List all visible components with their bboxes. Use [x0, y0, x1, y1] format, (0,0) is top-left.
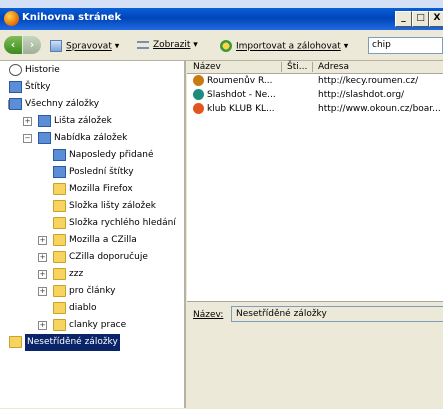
- details-pane: Název: Nesetříděné záložky: [187, 301, 443, 409]
- window-top-strip: [0, 0, 443, 8]
- organize-menu[interactable]: Spravovat ▾: [50, 40, 119, 52]
- tags-icon: [9, 81, 22, 93]
- tree-item-label: Štítky: [25, 82, 51, 92]
- close-button[interactable]: X: [429, 11, 443, 27]
- column-header-tags[interactable]: Šti...: [287, 62, 307, 72]
- bookmark-row[interactable]: klub KLUB KL... http://www.okoun.cz/boar.…: [187, 102, 443, 116]
- chevron-down-icon: ▾: [193, 40, 198, 50]
- folder-icon: [53, 200, 66, 212]
- tree-item-label: Historie: [25, 65, 60, 75]
- chevron-down-icon: ▾: [114, 41, 120, 52]
- search-input[interactable]: chip: [368, 37, 443, 54]
- expand-icon[interactable]: +: [38, 253, 47, 262]
- tree-item-label: Lišta záložek: [54, 116, 112, 126]
- tree-item-label: clanky prace: [69, 320, 127, 330]
- firefox-icon: [4, 11, 19, 26]
- bookmark-name: klub KLUB KL...: [207, 104, 275, 114]
- back-button[interactable]: ‹: [4, 36, 22, 54]
- folder-icon: [53, 268, 66, 280]
- bookmark-url: http://www.okoun.cz/boar...: [318, 104, 441, 114]
- folder-icon: [53, 251, 66, 263]
- expand-icon[interactable]: +: [38, 270, 47, 279]
- smart-folder-icon: [53, 166, 66, 178]
- bookmark-list: Název Šti... Adresa Roumenův R... http://…: [187, 61, 443, 301]
- chevron-down-icon: ▾: [343, 41, 349, 52]
- tree-item-label: Naposledy přidané: [69, 150, 154, 160]
- minimize-button[interactable]: _: [395, 11, 412, 27]
- tree-item-label: Mozilla a CZilla: [69, 235, 137, 245]
- column-divider[interactable]: [312, 62, 313, 72]
- import-backup-label: Importovat a zálohovat: [236, 41, 341, 52]
- bookmark-url: http://slashdot.org/: [318, 90, 405, 100]
- toolbar: ‹ › Spravovat ▾ Zobrazit ▾ Importovat a …: [0, 31, 443, 61]
- tree-item-label: Složka lišty záložek: [69, 201, 156, 211]
- folder-icon: [53, 285, 66, 297]
- folder-icon: [53, 217, 66, 229]
- bookmark-name: Roumenův R...: [207, 76, 273, 86]
- bookmarks-icon: [9, 98, 22, 110]
- organize-label: Spravovat: [66, 41, 112, 52]
- window-title: Knihovna stránek: [22, 12, 122, 23]
- tree-item-label: Mozilla Firefox: [69, 184, 133, 194]
- tree-item-label: diablo: [69, 303, 97, 313]
- column-header-url[interactable]: Adresa: [318, 62, 349, 72]
- bookmark-row[interactable]: Slashdot - Ne... http://slashdot.org/: [187, 88, 443, 102]
- folder-icon: [53, 319, 66, 331]
- collapse-icon[interactable]: −: [23, 134, 32, 143]
- roumen-favicon: [193, 75, 204, 86]
- column-header-name[interactable]: Název: [193, 62, 221, 72]
- tree-item-label: Nesetříděné záložky: [25, 334, 120, 351]
- view-icon: [137, 40, 149, 49]
- details-name-field[interactable]: Nesetříděné záložky: [231, 306, 443, 322]
- organize-icon: [50, 40, 62, 52]
- tree-item-label: Poslední štítky: [69, 167, 134, 177]
- okoun-favicon: [193, 103, 204, 114]
- tree-item-label: pro články: [69, 286, 116, 296]
- tree-item-label: Složka rychlého hledání: [69, 218, 176, 228]
- title-bar: Knihovna stránek _ □ X: [0, 8, 443, 30]
- slashdot-favicon: [193, 89, 204, 100]
- bookmark-url: http://kecy.roumen.cz/: [318, 76, 419, 86]
- maximize-button[interactable]: □: [412, 11, 429, 27]
- menu-icon: [38, 132, 51, 144]
- expand-icon[interactable]: +: [23, 117, 32, 126]
- details-name-label-text: Název:: [193, 310, 224, 320]
- list-header: Název Šti... Adresa: [187, 61, 443, 74]
- expand-icon[interactable]: +: [38, 236, 47, 245]
- view-menu[interactable]: Zobrazit ▾: [137, 40, 198, 50]
- import-backup-icon: [220, 40, 232, 52]
- folder-tree: Historie Štítky − Všechny záložky + Lišta zál…: [0, 61, 186, 408]
- tree-item-label: zzz: [69, 269, 84, 279]
- tree-item-label: Nabídka záložek: [54, 133, 128, 143]
- unsorted-icon: [9, 336, 22, 348]
- bookmark-row[interactable]: Roumenův R... http://kecy.roumen.cz/: [187, 74, 443, 88]
- import-backup-menu[interactable]: Importovat a zálohovat ▾: [220, 40, 348, 52]
- folder-icon: [53, 234, 66, 246]
- smart-folder-icon: [53, 149, 66, 161]
- forward-button[interactable]: ›: [23, 36, 41, 54]
- folder-icon: [53, 302, 66, 314]
- details-name-label: Název:: [193, 310, 223, 320]
- tree-item-label: Všechny záložky: [25, 99, 100, 109]
- expand-icon[interactable]: +: [38, 287, 47, 296]
- folder-icon: [53, 183, 66, 195]
- column-divider[interactable]: [281, 62, 282, 72]
- history-icon: [9, 64, 22, 76]
- tree-item-label: CZilla doporučuje: [69, 252, 148, 262]
- view-label: Zobrazit: [153, 40, 191, 50]
- toolbar-icon: [38, 115, 51, 127]
- expand-icon[interactable]: +: [38, 321, 47, 330]
- bookmark-name: Slashdot - Ne...: [207, 90, 276, 100]
